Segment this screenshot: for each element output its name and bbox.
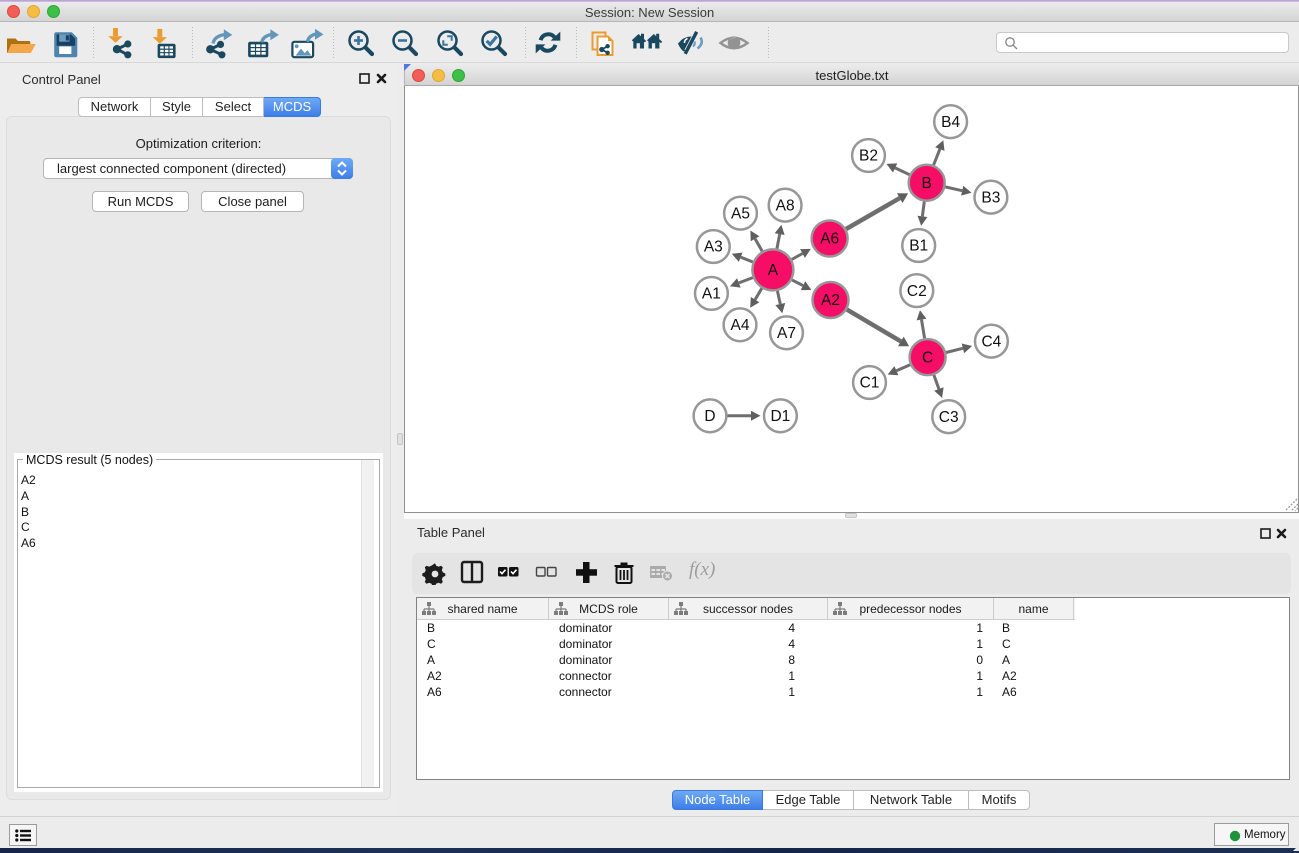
svg-text:B2: B2 (859, 148, 878, 165)
svg-text:C: C (922, 349, 933, 366)
svg-text:A1: A1 (702, 286, 721, 303)
svg-text:C3: C3 (939, 409, 959, 426)
svg-text:D1: D1 (770, 408, 790, 425)
svg-text:B3: B3 (981, 189, 1000, 206)
svg-text:A5: A5 (731, 205, 750, 222)
svg-text:D: D (704, 408, 715, 425)
svg-text:A7: A7 (777, 325, 796, 342)
svg-text:A: A (768, 262, 779, 279)
svg-text:B: B (922, 175, 932, 192)
svg-text:A3: A3 (704, 239, 723, 256)
svg-text:C2: C2 (907, 283, 927, 300)
svg-text:B4: B4 (941, 114, 960, 131)
svg-text:A4: A4 (731, 317, 750, 334)
svg-text:C1: C1 (860, 375, 880, 392)
svg-text:B1: B1 (909, 238, 928, 255)
svg-text:A2: A2 (821, 292, 840, 309)
svg-text:A6: A6 (820, 231, 839, 248)
svg-text:A8: A8 (776, 197, 795, 214)
svg-text:C4: C4 (981, 333, 1001, 350)
